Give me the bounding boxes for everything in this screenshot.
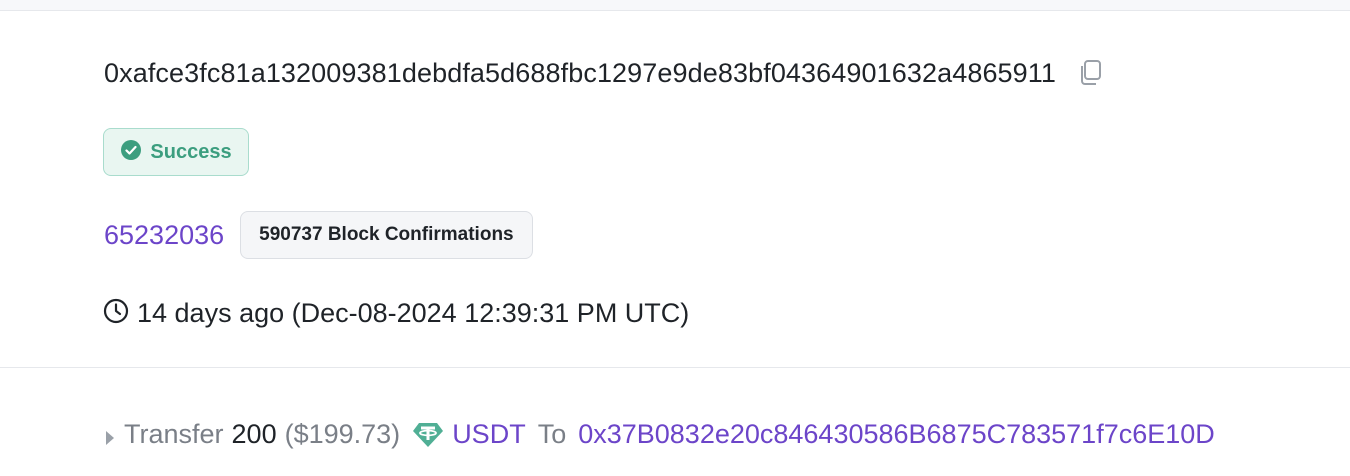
block-number-link[interactable]: 65232036 [104,220,224,251]
top-divider [0,0,1350,11]
transaction-detail-panel: 0xafce3fc81a132009381debdfa5d688fbc1297e… [0,0,1350,476]
transaction-hash: 0xafce3fc81a132009381debdfa5d688fbc1297e… [104,57,1057,88]
token-transfer-row: Transfer 200 ($199.73) USDT To 0x37B0832… [104,415,1215,453]
check-circle-icon [120,139,142,166]
transaction-hash-row: 0xafce3fc81a132009381debdfa5d688fbc1297e… [104,56,1104,90]
to-address-link[interactable]: 0x37B0832e20c846430586B6875C783571f7c6E1… [578,419,1215,450]
block-row: 65232036 590737 Block Confirmations [104,210,533,260]
transfer-action: Transfer [124,418,224,449]
confirmations-badge: 590737 Block Confirmations [240,211,533,259]
section-divider [0,367,1350,368]
tether-icon [412,418,444,450]
timestamp: 14 days ago (Dec-08-2024 12:39:31 PM UTC… [137,297,690,328]
transfer-usd-value: ($199.73) [284,418,401,449]
to-label: To [537,418,567,449]
timestamp-row: 14 days ago (Dec-08-2024 12:39:31 PM UTC… [103,296,689,330]
transfer-amount: 200 [231,418,277,449]
token-link[interactable]: USDT [452,419,526,450]
copy-icon[interactable] [1076,58,1104,88]
caret-right-icon[interactable] [104,424,116,445]
status-badge: Success [103,128,249,176]
clock-icon [103,298,129,329]
status-label: Success [150,140,232,163]
